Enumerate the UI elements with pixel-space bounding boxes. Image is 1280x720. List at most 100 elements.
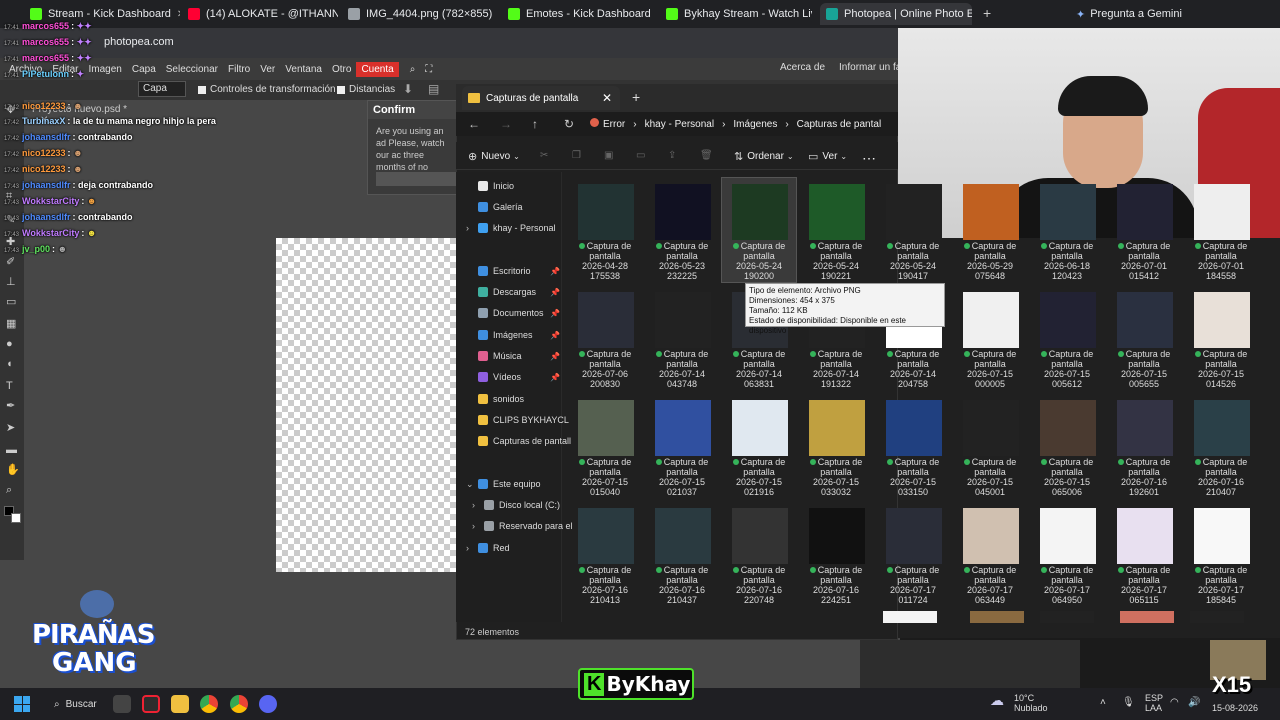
sidebar-item[interactable]: sonidos <box>478 394 524 404</box>
file-item[interactable]: Captura de pantalla 2026-07-15 021916 <box>722 394 796 498</box>
hand-icon[interactable]: ✋ <box>6 464 20 476</box>
file-item[interactable]: Captura de pantalla 2026-07-15 065006 <box>1030 394 1104 498</box>
breadcrumb-item[interactable]: khay - Personal <box>645 119 714 130</box>
pin-icon[interactable]: 📌 <box>550 373 560 382</box>
mic-icon[interactable]: 🎙 <box>1122 697 1135 708</box>
file-item[interactable]: Captura de pantalla 2026-07-15 005612 <box>1030 286 1104 390</box>
dialog-button[interactable] <box>376 172 458 186</box>
start-windows-icon[interactable] <box>14 696 30 712</box>
volume-icon[interactable]: 🔊 <box>1188 697 1200 708</box>
sidebar-item[interactable]: CLIPS BYKHAYCL <box>478 415 569 425</box>
file-item[interactable]: Captura de pantalla 2026-07-16 220748 <box>722 502 796 606</box>
file-item[interactable]: Captura de pantalla 2026-05-24 190417 <box>876 178 950 282</box>
new-tab-button[interactable]: + <box>983 5 991 21</box>
chrome-icon[interactable] <box>200 695 218 713</box>
eraser-icon[interactable]: ▭ <box>6 296 18 308</box>
file-thumbnail[interactable] <box>1040 611 1094 623</box>
account-button[interactable]: Cuenta <box>356 61 399 77</box>
pin-icon[interactable]: 📌 <box>550 309 560 318</box>
file-item[interactable]: Captura de pantalla 2026-07-17 011724 <box>876 502 950 606</box>
file-item[interactable]: Captura de pantalla 2026-07-15 014526 <box>1184 286 1258 390</box>
file-item[interactable]: Captura de pantalla 2026-07-16 210407 <box>1184 394 1258 498</box>
file-item[interactable]: Captura de pantalla 2026-05-24 190221 <box>799 178 873 282</box>
path-select-icon[interactable]: ➤ <box>6 422 18 434</box>
pin-icon[interactable]: 📌 <box>550 267 560 276</box>
file-thumbnail[interactable] <box>883 611 937 623</box>
breadcrumb-item[interactable]: Imágenes <box>733 119 777 130</box>
up-arrow-icon[interactable]: ↑ <box>532 117 538 131</box>
fullscreen-icon[interactable]: ⛶ <box>420 64 437 75</box>
browser-tab[interactable]: Bykhay Stream - Watch Live on✕ <box>666 3 812 25</box>
obs-icon[interactable] <box>142 695 160 713</box>
file-item[interactable]: Captura de pantalla 2026-07-15 033032 <box>799 394 873 498</box>
file-item[interactable]: Captura de pantalla 2026-07-01 015412 <box>1107 178 1181 282</box>
chevron-icon[interactable]: › <box>472 500 475 510</box>
file-item[interactable]: Captura de pantalla 2026-05-29 075648 <box>953 178 1027 282</box>
explorer-tab[interactable]: Capturas de pantalla ✕ <box>462 86 620 110</box>
sidebar-item[interactable]: Inicio <box>478 181 514 191</box>
file-item[interactable]: Captura de pantalla 2026-07-01 184558 <box>1184 178 1258 282</box>
chevron-icon[interactable]: › <box>466 543 469 553</box>
file-item[interactable]: Captura de pantalla 2026-07-06 200830 <box>568 286 642 390</box>
sidebar-item[interactable]: Disco local (C:) <box>484 500 560 510</box>
menu-ventana[interactable]: Ventana <box>280 64 327 75</box>
file-explorer-taskbar-icon[interactable] <box>171 695 189 713</box>
refresh-icon[interactable]: ↻ <box>564 117 574 131</box>
file-item[interactable]: Captura de pantalla 2026-07-17 185845 <box>1184 502 1258 606</box>
sidebar-item[interactable]: Capturas de pantall <box>478 436 571 446</box>
chrome-profile-icon[interactable] <box>230 695 248 713</box>
distances-checkbox[interactable]: Distancias <box>337 84 395 95</box>
background-color-swatch[interactable] <box>11 513 21 523</box>
rename-icon[interactable]: ▭ <box>636 150 645 161</box>
blur-icon[interactable]: ● <box>6 338 18 350</box>
chevron-icon[interactable]: › <box>472 521 475 531</box>
file-item[interactable]: Captura de pantalla 2026-07-16 210413 <box>568 502 642 606</box>
gradient-icon[interactable]: ▦ <box>6 318 18 330</box>
sidebar-item[interactable]: Escritorio <box>478 266 531 276</box>
pen-icon[interactable]: ✒ <box>6 400 18 412</box>
file-item[interactable]: Captura de pantalla 2026-07-16 224251 <box>799 502 873 606</box>
pin-icon[interactable]: 📌 <box>550 331 560 340</box>
sidebar-item[interactable]: khay - Personal <box>478 223 556 233</box>
new-button[interactable]: ⊕ Nuevo ⌄ <box>468 150 524 163</box>
share-icon[interactable]: ⇪ <box>668 150 676 161</box>
delete-icon[interactable]: 🗑 <box>700 150 713 161</box>
close-icon[interactable]: ✕ <box>651 9 654 20</box>
sidebar-item[interactable]: Vídeos <box>478 372 521 382</box>
file-item[interactable]: Captura de pantalla 2026-05-23 232225 <box>645 178 719 282</box>
sort-button[interactable]: ⇅ Ordenar ⌄ <box>734 150 798 163</box>
file-item[interactable]: Captura de pantalla 2026-07-16 192601 <box>1107 394 1181 498</box>
file-item[interactable]: Captura de pantalla 2026-07-16 210437 <box>645 502 719 606</box>
file-item[interactable]: Captura de pantalla 2026-07-14 043748 <box>645 286 719 390</box>
sidebar-item[interactable]: Documentos <box>478 308 544 318</box>
sidebar-item[interactable]: Este equipo <box>478 479 541 489</box>
menu-otro[interactable]: Otro <box>327 64 356 75</box>
stamp-icon[interactable]: ⊥ <box>6 276 18 288</box>
language-indicator[interactable]: ESP LAA <box>1145 693 1163 713</box>
file-item[interactable]: Captura de pantalla 2026-07-15 000005 <box>953 286 1027 390</box>
sidebar-item[interactable]: Descargas <box>478 287 536 297</box>
copy-icon[interactable]: ❐ <box>572 150 581 161</box>
weather-widget[interactable]: ☁ 10°C Nublado <box>990 693 1048 713</box>
back-arrow-icon[interactable]: ← <box>468 117 480 131</box>
cut-icon[interactable]: ✂ <box>540 150 548 161</box>
browser-tab[interactable]: Emotes - Kick Dashboard✕ <box>508 3 654 25</box>
align-icon[interactable]: ▤ <box>428 82 439 96</box>
taskbar-date[interactable]: 15-08-2026 <box>1212 703 1258 713</box>
more-icon[interactable]: ⋯ <box>862 150 876 167</box>
sidebar-item[interactable]: Imágenes <box>478 330 533 340</box>
taskbar-search[interactable]: ⌕ Buscar <box>48 692 108 716</box>
forward-arrow-icon[interactable]: → <box>500 117 512 131</box>
close-icon[interactable]: ✕ <box>492 9 496 20</box>
file-thumbnail[interactable] <box>1190 611 1244 623</box>
about-link[interactable]: Acerca de <box>780 62 825 73</box>
dodge-icon[interactable]: ◖ <box>6 358 18 370</box>
file-item[interactable]: Captura de pantalla 2026-04-28 175538 <box>568 178 642 282</box>
gemini-button[interactable]: ✦ Pregunta a Gemini <box>1076 5 1182 23</box>
download-icon[interactable]: ⬇ <box>403 82 413 96</box>
file-thumbnail[interactable] <box>970 611 1024 623</box>
file-item[interactable]: Captura de pantalla 2026-05-24 190200 <box>721 177 797 283</box>
sidebar-item[interactable]: Galería <box>478 202 523 212</box>
sidebar-item[interactable]: Reservado para el <box>484 521 573 531</box>
file-item[interactable]: Captura de pantalla 2026-07-15 005655 <box>1107 286 1181 390</box>
